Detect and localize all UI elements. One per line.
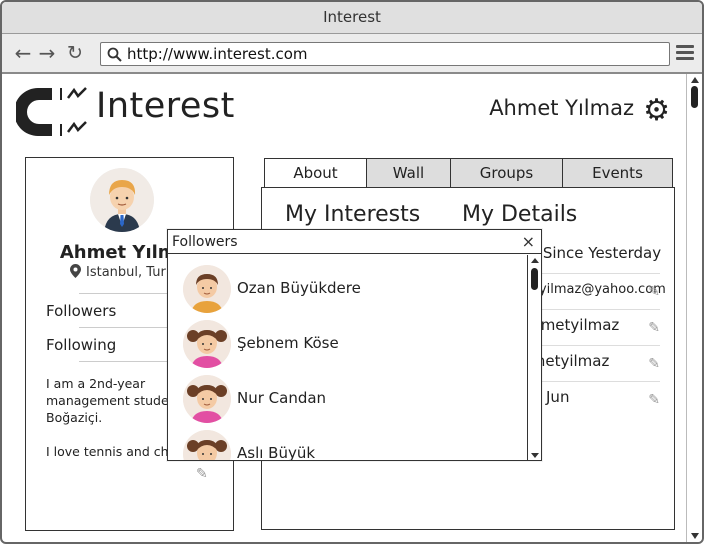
tab-wall[interactable]: Wall [366,158,451,188]
close-icon[interactable]: × [522,230,535,254]
header-user-name[interactable]: Ahmet Yılmaz [489,96,634,120]
edit-facebook-pencil-icon[interactable]: ✎ [648,356,660,372]
address-bar[interactable]: http://www.interest.com [100,42,670,66]
list-item[interactable]: Aslı Büyük [183,430,513,460]
follower-name: Şebnem Köse [237,334,339,352]
detail-row: ahmetyilmaz@yahoo.com ✎ [497,274,666,310]
list-item[interactable]: Nur Candan [183,375,513,425]
location-pin-icon [70,264,81,278]
forward-icon[interactable]: → [36,42,58,64]
female-avatar-icon [183,320,231,368]
avatar [90,168,154,232]
follower-name: Ozan Büyükdere [237,279,361,297]
followers-link[interactable]: Followers [46,302,116,320]
dialog-scrollbar[interactable] [527,255,541,460]
scroll-down-icon[interactable] [691,533,699,539]
edit-birthday-pencil-icon[interactable]: ✎ [648,392,660,408]
back-icon[interactable]: ← [12,42,34,64]
reload-icon[interactable]: ↻ [64,42,86,64]
scroll-thumb[interactable] [691,86,698,108]
male-avatar-icon [183,265,231,313]
scroll-up-icon[interactable] [691,77,699,83]
my-details-title: My Details [462,202,578,227]
browser-toolbar: ← → ↻ http://www.interest.com [2,34,702,74]
follower-name: Aslı Büyük [237,444,316,460]
url-text: http://www.interest.com [127,45,308,63]
list-item[interactable]: Ozan Büyükdere [183,265,513,315]
followers-dialog: Followers × Ozan Büyükdere Şebnem Köse N… [167,229,542,461]
edit-twitter-pencil-icon[interactable]: ✎ [648,320,660,336]
magnet-logo-icon[interactable] [16,84,92,140]
scroll-up-icon[interactable] [531,258,539,263]
list-item[interactable]: Şebnem Köse [183,320,513,370]
browser-window: Interest ← → ↻ http://www.interest.com I… [0,0,704,544]
detail-row: Born: 1 Jun ✎ [487,382,660,418]
detail-row: /ahmetyilmaz ✎ [507,346,660,382]
edit-bio-pencil-icon[interactable]: ✎ [196,466,208,482]
tab-events[interactable]: Events [562,158,673,188]
brand-name[interactable]: Interest [96,86,235,126]
dialog-title: Followers [172,234,238,250]
window-title: Interest [2,2,702,34]
detail-row: Joined: Since Yesterday [487,238,661,274]
female-avatar-icon [183,375,231,423]
dialog-header: Followers × [168,230,541,254]
following-link[interactable]: Following [46,336,116,354]
follower-name: Nur Candan [237,389,327,407]
search-icon [107,47,122,62]
scroll-down-icon[interactable] [531,453,539,458]
profile-tabs: About Wall Groups Events [264,158,674,188]
female-avatar-icon [183,430,231,460]
followers-list: Ozan Büyükdere Şebnem Köse Nur Candan As… [168,255,527,460]
edit-email-pencil-icon[interactable]: ✎ [648,284,660,300]
tab-groups[interactable]: Groups [450,158,563,188]
hamburger-menu-icon[interactable] [676,45,694,61]
page-scrollbar[interactable] [686,74,702,542]
scroll-thumb[interactable] [531,268,538,290]
tab-about[interactable]: About [264,158,367,188]
gear-icon[interactable]: ⚙ [643,96,670,126]
detail-row: @ahmetyilmaz ✎ [507,310,660,346]
my-interests-title: My Interests [285,202,421,227]
